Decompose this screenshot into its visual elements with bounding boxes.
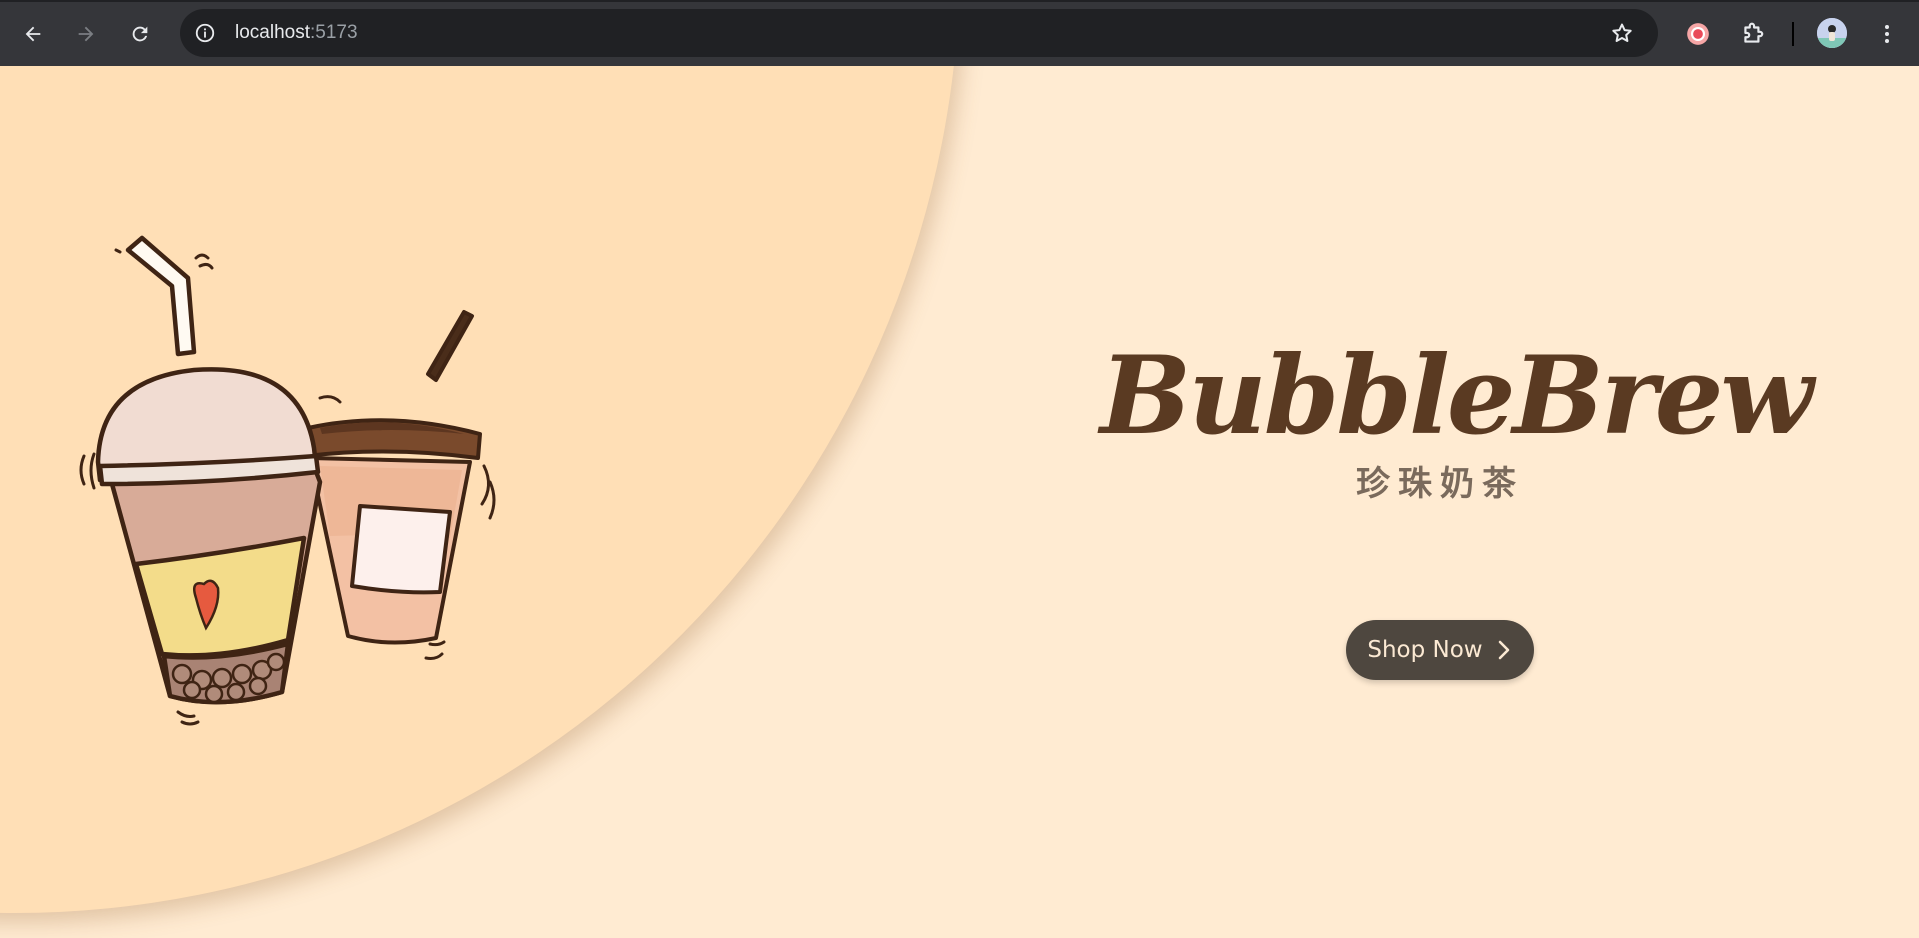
extensions-puzzle-icon <box>1744 22 1764 43</box>
extension-record-icon <box>1687 23 1709 45</box>
front-cup <box>95 235 323 705</box>
toolbar-divider <box>1792 22 1794 46</box>
browser-toolbar: localhost:5173 <box>0 0 1919 66</box>
star-icon <box>1612 23 1632 42</box>
shop-now-label: Shop Now <box>1367 637 1483 663</box>
more-menu-icon <box>1885 25 1889 43</box>
avatar-image <box>1817 18 1847 48</box>
info-icon[interactable] <box>194 22 216 44</box>
reload-icon <box>132 26 148 42</box>
url-port: :5173 <box>310 22 358 43</box>
url-text[interactable]: localhost:5173 <box>235 21 358 45</box>
extension-record-button[interactable] <box>1679 15 1717 53</box>
brand-title: BubbleBrew <box>1100 333 1813 459</box>
back-cup <box>304 310 482 645</box>
back-icon <box>25 26 41 42</box>
profile-avatar[interactable] <box>1817 18 1847 48</box>
reload-button[interactable] <box>121 15 159 53</box>
landing-page: BubbleBrew 珍珠奶茶 Shop Now <box>0 66 1919 938</box>
extensions-button[interactable] <box>1734 15 1772 53</box>
brand-subtitle: 珍珠奶茶 <box>1356 464 1524 504</box>
address-bar[interactable]: localhost:5173 <box>180 9 1658 57</box>
brand-block: BubbleBrew 珍珠奶茶 <box>1100 333 1813 504</box>
chevron-right-icon <box>1498 640 1509 660</box>
forward-button[interactable] <box>67 15 105 53</box>
back-button[interactable] <box>14 15 52 53</box>
url-host: localhost <box>235 22 310 43</box>
more-menu-button[interactable] <box>1868 15 1906 53</box>
forward-icon <box>78 26 94 42</box>
shop-now-button[interactable]: Shop Now <box>1346 620 1534 680</box>
bookmark-button[interactable] <box>1608 19 1636 47</box>
bubble-tea-cups-illustration <box>79 235 496 726</box>
